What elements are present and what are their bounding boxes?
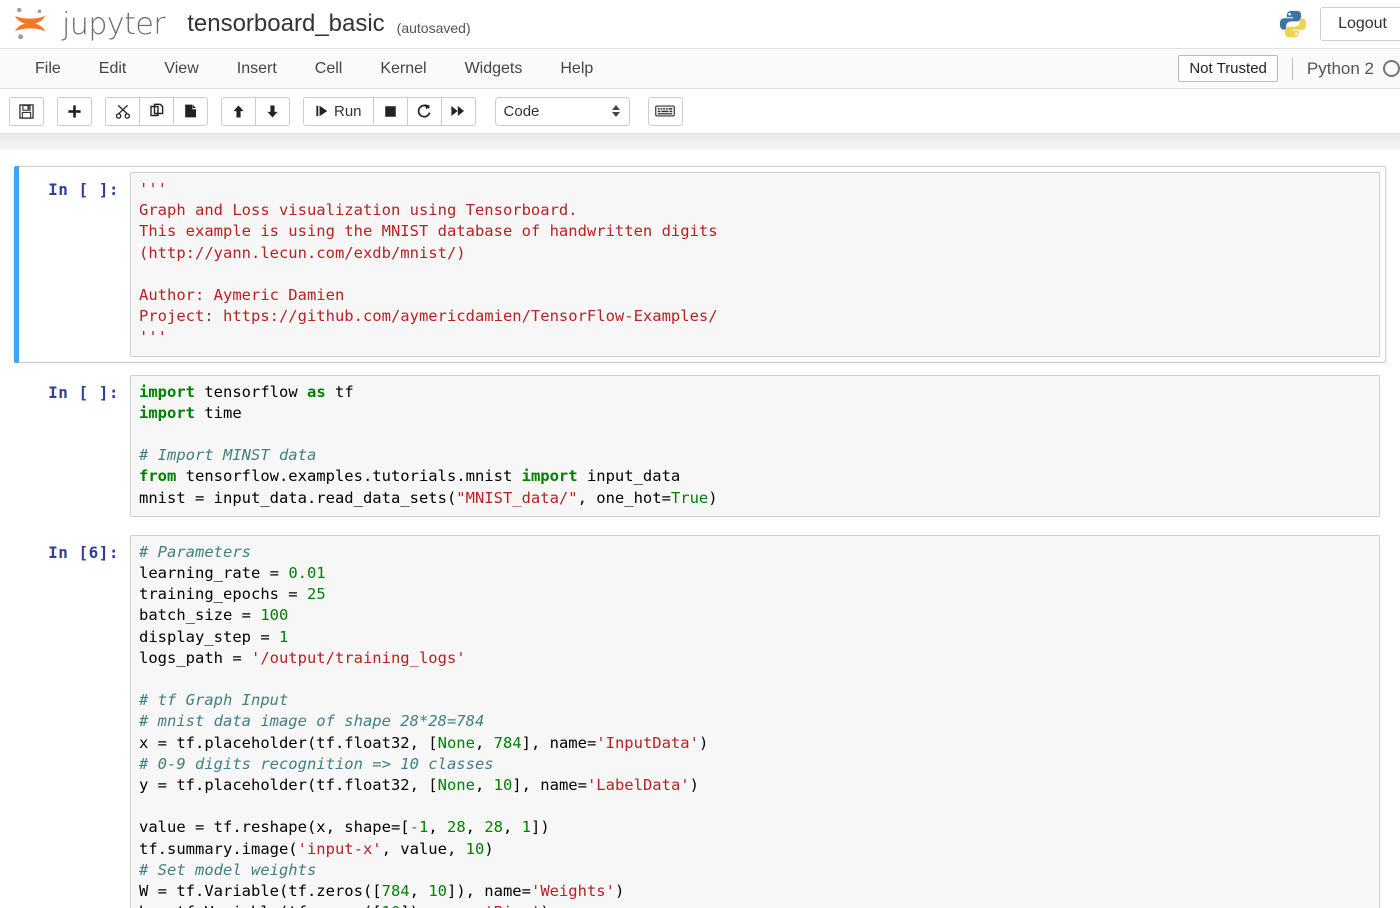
- cell-prompt-2: In [ ]:: [20, 375, 130, 517]
- insert-cell-below-button[interactable]: [57, 97, 92, 126]
- jupyter-notebook-page: jupyter tensorboard_basic (autosaved) Lo…: [0, 0, 1400, 908]
- move-cell-up-button[interactable]: [221, 97, 256, 126]
- code-cell-1[interactable]: In [ ]: ''' Graph and Loss visualization…: [14, 166, 1386, 363]
- run-button-label: Run: [334, 103, 362, 120]
- notebook-title[interactable]: tensorboard_basic: [187, 10, 384, 38]
- arrow-down-icon: [265, 104, 280, 119]
- menu-view[interactable]: View: [145, 56, 217, 82]
- cell-input-2[interactable]: import tensorflow as tf import time # Im…: [130, 375, 1380, 517]
- menu-kernel[interactable]: Kernel: [361, 56, 445, 82]
- restart-circle-icon: [416, 103, 432, 119]
- paste-cell-button[interactable]: [173, 97, 208, 126]
- notebook-cell-list: In [ ]: ''' Graph and Loss visualization…: [0, 150, 1400, 908]
- menu-bar: File Edit View Insert Cell Kernel Widget…: [0, 48, 1400, 89]
- plus-icon: [67, 104, 82, 119]
- arrow-up-icon: [231, 104, 246, 119]
- copy-cell-button[interactable]: [139, 97, 174, 126]
- interrupt-kernel-button[interactable]: [373, 97, 408, 126]
- cell-type-value: Code: [504, 103, 540, 120]
- toolbar-divider-band: [0, 133, 1400, 150]
- paste-icon: [183, 103, 199, 119]
- menu-insert[interactable]: Insert: [218, 56, 296, 82]
- kernel-name-label: Python 2: [1307, 59, 1374, 79]
- save-button[interactable]: [9, 97, 44, 126]
- cell-type-select[interactable]: Code: [495, 97, 630, 126]
- autosave-status: (autosaved): [397, 20, 471, 36]
- restart-kernel-button[interactable]: [407, 97, 442, 126]
- cell-prompt-1: In [ ]:: [20, 172, 130, 357]
- cell-input-1[interactable]: ''' Graph and Loss visualization using T…: [130, 172, 1380, 357]
- code-cell-2[interactable]: In [ ]: import tensorflow as tf import t…: [14, 369, 1386, 523]
- divider: [1292, 58, 1293, 80]
- keyboard-icon: [655, 104, 675, 118]
- notebook-header: jupyter tensorboard_basic (autosaved) Lo…: [0, 0, 1400, 48]
- restart-run-all-button[interactable]: [441, 97, 476, 126]
- move-cell-down-button[interactable]: [255, 97, 290, 126]
- jupyter-brand[interactable]: jupyter: [10, 7, 165, 41]
- python-logo-icon: [1278, 9, 1308, 39]
- menu-edit[interactable]: Edit: [80, 56, 146, 82]
- run-group: Run: [303, 97, 476, 126]
- menubar-status-area: Not Trusted Python 2: [1178, 55, 1400, 82]
- run-cell-button[interactable]: Run: [303, 97, 374, 126]
- save-group: [9, 97, 44, 126]
- fast-forward-icon: [450, 103, 466, 119]
- trust-status-badge[interactable]: Not Trusted: [1178, 55, 1278, 82]
- cell-source-1[interactable]: ''' Graph and Loss visualization using T…: [139, 179, 1371, 349]
- stop-square-icon: [383, 104, 398, 119]
- insert-group: [57, 97, 92, 126]
- cell-source-3[interactable]: # Parameters learning_rate = 0.01 traini…: [139, 542, 1371, 908]
- play-step-icon: [315, 104, 329, 118]
- menu-help[interactable]: Help: [541, 56, 612, 82]
- kernel-busy-indicator-icon: [1383, 60, 1400, 77]
- palette-group: [648, 97, 683, 126]
- cell-source-2[interactable]: import tensorflow as tf import time # Im…: [139, 382, 1371, 509]
- cell-prompt-3: In [6]:: [20, 535, 130, 908]
- cut-cell-button[interactable]: [105, 97, 140, 126]
- scissors-icon: [115, 103, 131, 119]
- brand-text: jupyter: [62, 10, 165, 40]
- jupyter-logo-icon: [10, 7, 52, 41]
- logout-button[interactable]: Logout: [1320, 7, 1400, 41]
- code-cell-3[interactable]: In [6]: # Parameters learning_rate = 0.0…: [14, 529, 1386, 908]
- copy-icon: [149, 103, 165, 119]
- menu-widgets[interactable]: Widgets: [446, 56, 542, 82]
- chevron-updown-icon: [612, 105, 620, 117]
- menu-cell[interactable]: Cell: [296, 56, 362, 82]
- header-right-controls: Logout: [1278, 7, 1400, 41]
- menu-file[interactable]: File: [16, 56, 80, 82]
- cell-input-3[interactable]: # Parameters learning_rate = 0.01 traini…: [130, 535, 1380, 908]
- notebook-toolbar: Run Code: [0, 89, 1400, 133]
- command-palette-button[interactable]: [648, 97, 683, 126]
- move-group: [221, 97, 290, 126]
- floppy-disk-icon: [19, 104, 34, 119]
- clipboard-group: [105, 97, 208, 126]
